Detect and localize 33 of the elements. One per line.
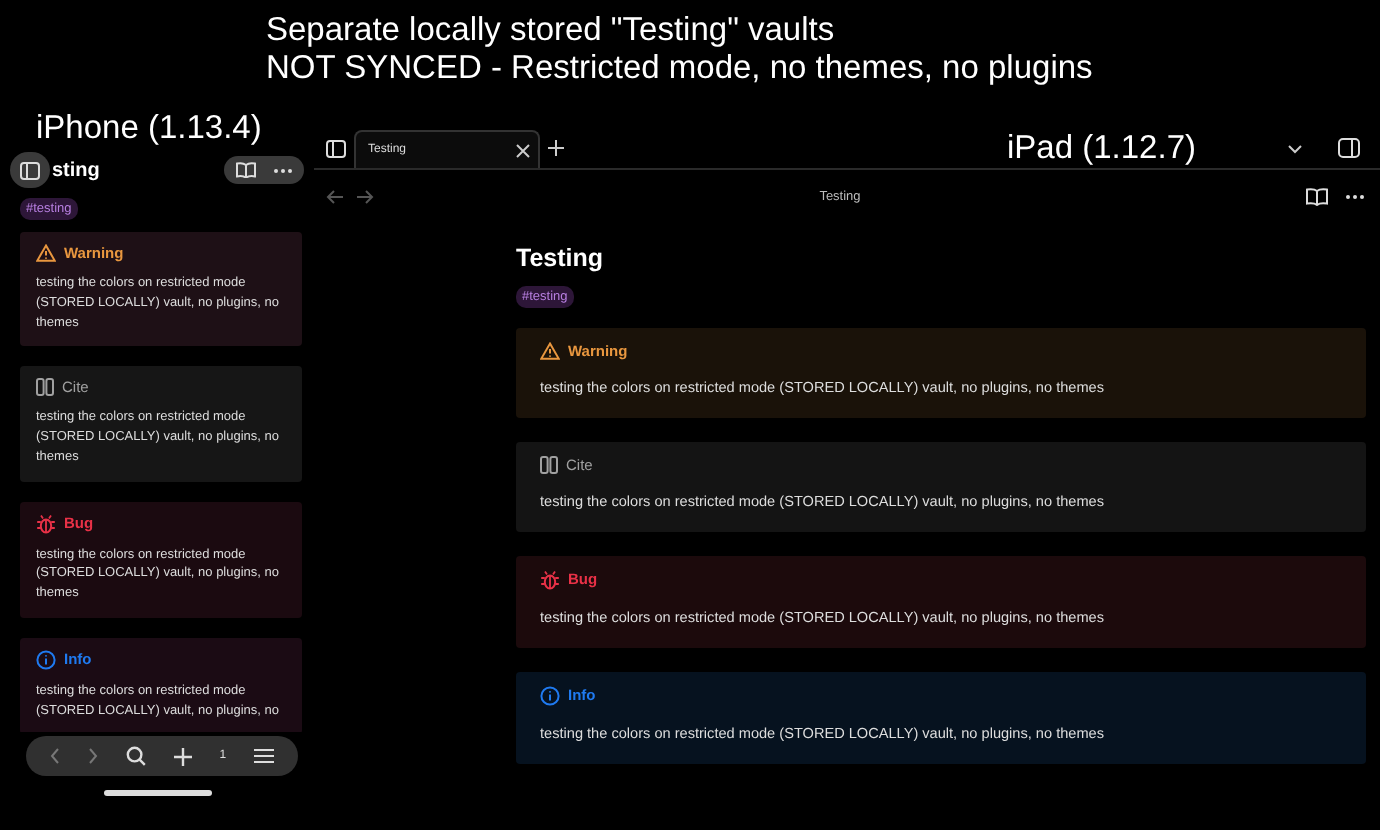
device-label: iPad (1.12.7) <box>1007 128 1196 168</box>
info-icon <box>36 649 56 670</box>
menu-icon[interactable] <box>253 748 274 764</box>
more-icon[interactable] <box>274 167 292 173</box>
warning-icon <box>540 342 560 360</box>
sidebar-icon[interactable] <box>1338 138 1360 158</box>
forward-icon[interactable] <box>87 748 98 764</box>
info-icon <box>540 685 560 706</box>
quote-icon <box>540 455 558 474</box>
bug-icon <box>36 513 56 533</box>
bug-icon <box>540 569 560 590</box>
book-icon[interactable] <box>1306 188 1328 206</box>
sidebar-icon <box>20 161 40 179</box>
book-icon[interactable] <box>236 162 256 178</box>
home-indicator <box>104 790 212 796</box>
back-icon[interactable] <box>50 748 60 764</box>
caption-text: Separate locally stored "Testing" vaults <box>266 12 837 50</box>
sidebar-icon[interactable] <box>326 139 346 157</box>
forward-icon[interactable] <box>356 190 374 204</box>
more-icon[interactable] <box>1346 194 1364 200</box>
sidebar-toggle-button[interactable] <box>10 152 50 188</box>
note-title: sting <box>52 159 102 181</box>
warning-icon <box>36 244 56 262</box>
search-icon[interactable] <box>125 746 146 766</box>
new-tab-icon[interactable] <box>548 140 564 156</box>
chevron-down-icon[interactable] <box>1288 143 1302 153</box>
device-label: iPhone (1.13.4) <box>36 110 262 146</box>
close-icon[interactable] <box>516 143 530 157</box>
plus-icon[interactable] <box>173 747 192 765</box>
back-icon[interactable] <box>326 190 344 204</box>
caption-text: NOT SYNCED - Restricted mode, no themes, no plugins <box>266 50 1095 88</box>
quote-icon <box>36 378 54 397</box>
note-title: Testing <box>516 244 606 272</box>
